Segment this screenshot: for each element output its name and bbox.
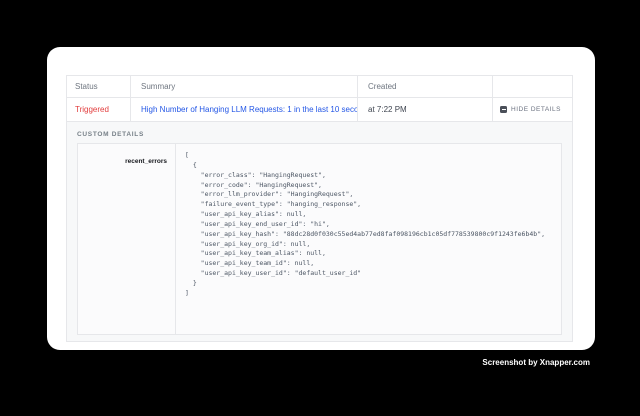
hide-details-button[interactable]: HIDE DETAILS <box>500 106 561 113</box>
recent-errors-json: [ { "error_class": "HangingRequest", "er… <box>176 144 561 334</box>
summary-cell: High Number of Hanging LLM Requests: 1 i… <box>131 98 358 121</box>
status-badge: Triggered <box>75 105 109 114</box>
details-key-recent-errors: recent_errors <box>125 158 167 165</box>
watermark-text: Screenshot by Xnapper.com <box>482 358 590 367</box>
status-cell: Triggered <box>67 98 131 121</box>
created-cell: at 7:22 PM <box>358 98 493 121</box>
table-header-row: Status Summary Created <box>67 76 572 98</box>
column-header-status: Status <box>67 76 131 97</box>
column-header-actions <box>493 76 572 97</box>
hide-details-label: HIDE DETAILS <box>511 106 561 113</box>
alert-card: Status Summary Created Triggered High Nu… <box>47 47 595 350</box>
actions-cell: HIDE DETAILS <box>493 98 572 121</box>
details-key-column: recent_errors <box>78 144 176 334</box>
column-header-summary: Summary <box>131 76 358 97</box>
alerts-table: Status Summary Created Triggered High Nu… <box>66 75 573 342</box>
alert-summary-link[interactable]: High Number of Hanging LLM Requests: 1 i… <box>141 105 358 114</box>
collapse-minus-icon <box>500 106 507 113</box>
created-timestamp: at 7:22 PM <box>368 105 407 114</box>
table-row: Triggered High Number of Hanging LLM Req… <box>67 98 572 122</box>
custom-details-section: CUSTOM DETAILS recent_errors [ { "error_… <box>67 122 572 341</box>
column-header-created: Created <box>358 76 493 97</box>
custom-details-heading: CUSTOM DETAILS <box>77 131 562 138</box>
custom-details-box: recent_errors [ { "error_class": "Hangin… <box>77 143 562 335</box>
